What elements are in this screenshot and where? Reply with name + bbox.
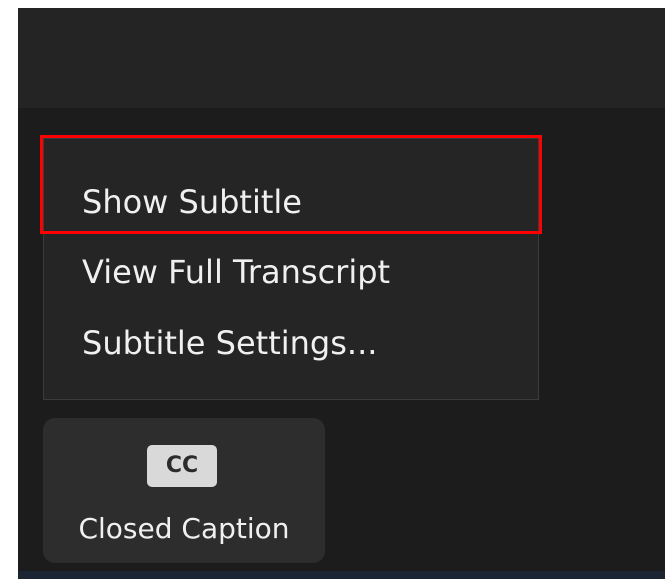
meeting-window: Show Subtitle View Full Transcript Subti… xyxy=(18,8,665,579)
closed-caption-button[interactable]: CC Closed Caption xyxy=(43,418,325,563)
highlight-box xyxy=(40,135,542,234)
menu-item-view-full-transcript[interactable]: View Full Transcript xyxy=(82,247,390,297)
bottom-strip xyxy=(18,571,665,579)
top-bar xyxy=(18,8,665,108)
menu-item-subtitle-settings[interactable]: Subtitle Settings... xyxy=(82,318,377,368)
closed-caption-label: Closed Caption xyxy=(78,512,290,545)
cc-icon: CC xyxy=(147,445,217,487)
